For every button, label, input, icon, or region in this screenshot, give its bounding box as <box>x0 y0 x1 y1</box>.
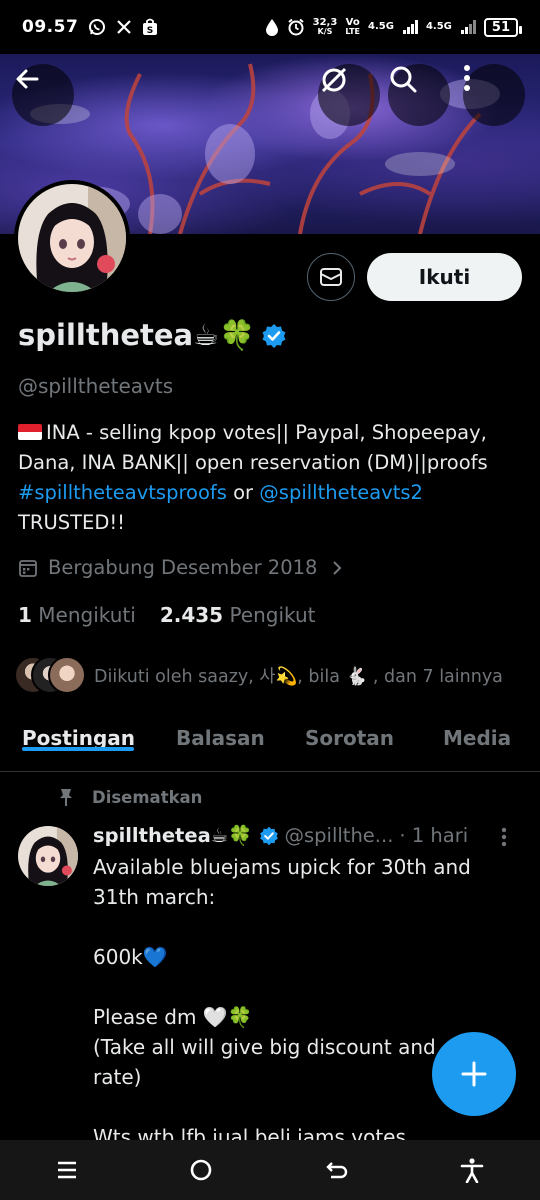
post-body[interactable]: Available bluejams upick for 30th and 31… <box>93 852 503 1152</box>
active-tab-indicator <box>22 747 134 751</box>
post-header: spillthetea☕🍀 @spillthe... · 1 hari <box>93 824 513 847</box>
post-author-handle[interactable]: @spillthe... <box>285 824 394 847</box>
indonesia-flag-icon <box>18 424 42 440</box>
accessibility-icon[interactable] <box>459 1157 485 1183</box>
bio-line-1: INA - selling kpop votes|| Paypal, Shope… <box>46 421 487 444</box>
verified-badge-icon <box>259 826 279 846</box>
system-nav-bar <box>0 1140 540 1200</box>
followed-by-row[interactable]: Diikuti oleh saazy, 사💫, bila 🐇 , dan 7 l… <box>14 656 503 694</box>
avatar <box>48 656 86 694</box>
signal-type-1: 4.5G <box>368 21 394 32</box>
post-more-button[interactable] <box>500 826 508 848</box>
display-name-row: spillthetea☕🍀 <box>18 318 287 353</box>
battery-indicator: 51 <box>483 17 523 37</box>
bio-line-2: Dana, INA BANK|| open reservation (DM)||… <box>18 451 488 474</box>
x-logo-icon <box>116 19 132 35</box>
volte-indicator: Vo LTE <box>345 17 361 36</box>
profile-bio: INA - selling kpop votes|| Paypal, Shope… <box>18 418 528 538</box>
shop-bag-icon: S <box>142 18 158 36</box>
more-button[interactable] <box>463 64 525 126</box>
signal-type-2: 4.5G <box>425 21 452 32</box>
compose-button[interactable] <box>432 1032 516 1116</box>
calendar-icon <box>18 558 38 578</box>
profile-tabs: Postingan Balasan Sorotan Media <box>0 716 540 772</box>
tab-sorotan[interactable]: Sorotan <box>305 716 394 750</box>
mail-icon <box>319 266 343 288</box>
back-button[interactable] <box>12 64 74 126</box>
followers-stat[interactable]: 2.435 Pengikut <box>160 603 316 627</box>
more-vertical-icon <box>500 826 508 848</box>
display-name: spillthetea☕🍀 <box>18 318 256 352</box>
verified-badge-icon[interactable] <box>261 323 287 349</box>
plus-icon <box>459 1059 489 1089</box>
joined-date: Bergabung Desember 2018 <box>48 556 318 579</box>
svg-text:S: S <box>147 26 153 36</box>
alarm-icon <box>287 18 305 36</box>
bio-hashtag-link[interactable]: #spilltheteavtsproofs <box>18 481 227 504</box>
post-author-name[interactable]: spillthetea☕🍀 <box>93 824 253 847</box>
pin-icon <box>58 787 74 807</box>
pinned-indicator: Disematkan <box>58 787 202 807</box>
whatsapp-icon <box>88 18 106 36</box>
following-stat[interactable]: 1 Mengikuti <box>18 603 136 627</box>
bio-line-4: TRUSTED!! <box>18 511 125 534</box>
message-button[interactable] <box>307 253 355 301</box>
back-nav-button[interactable] <box>324 1157 350 1183</box>
joined-date-row[interactable]: Bergabung Desember 2018 <box>18 556 343 579</box>
bio-mention-link[interactable]: @spilltheteavts2 <box>259 481 423 504</box>
search-button[interactable] <box>388 64 450 126</box>
recent-apps-button[interactable] <box>55 1158 79 1182</box>
status-bar: 09.57 S 32,3 K/S Vo LTE 4.5G 4.5G 51 <box>0 0 540 54</box>
status-time: 09.57 <box>22 17 79 37</box>
home-button[interactable] <box>188 1157 214 1183</box>
followed-by-text: Diikuti oleh saazy, 사💫, bila 🐇 , dan 7 l… <box>94 666 503 687</box>
post-avatar[interactable] <box>18 826 78 886</box>
profile-avatar[interactable] <box>14 180 130 296</box>
follow-button[interactable]: Ikuti <box>367 253 522 301</box>
signal-bars-icon <box>460 19 476 35</box>
net-speed: 32,3 K/S <box>312 17 338 36</box>
mutual-avatars <box>14 656 86 694</box>
bio-or-text: or <box>226 481 260 504</box>
tab-media[interactable]: Media <box>443 716 511 750</box>
tab-balasan[interactable]: Balasan <box>176 716 265 750</box>
post-timestamp[interactable]: · 1 hari <box>399 824 468 847</box>
follow-stats: 1 Mengikuti 2.435 Pengikut <box>18 603 316 627</box>
drop-icon <box>265 18 279 36</box>
grok-button[interactable] <box>318 64 380 126</box>
signal-bars-icon <box>402 19 418 35</box>
chevron-right-icon <box>331 559 343 577</box>
profile-handle: @spilltheteavts <box>18 374 174 398</box>
tab-postingan[interactable]: Postingan <box>22 716 135 751</box>
